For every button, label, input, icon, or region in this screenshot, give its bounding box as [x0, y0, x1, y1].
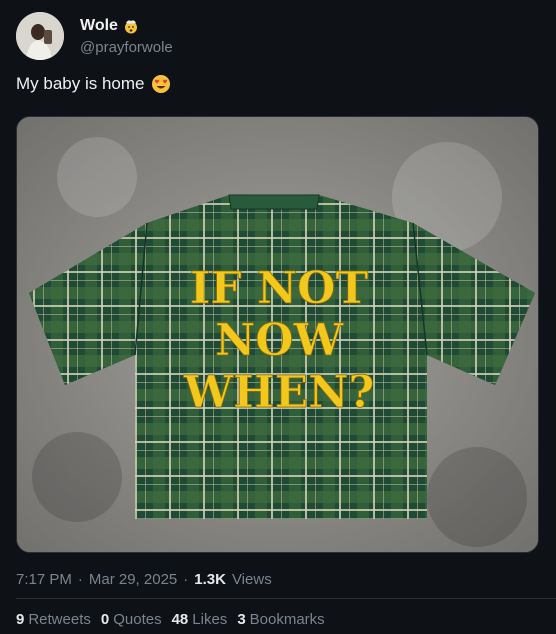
stat-likes[interactable]: 48 Likes — [172, 611, 228, 628]
mind-blown-emoji-icon — [124, 19, 137, 33]
tweet-text-content: My baby is home — [16, 74, 145, 93]
shirt-text-line-1: IF NOT — [190, 263, 369, 314]
heart-eyes-emoji-icon — [151, 75, 170, 93]
stat-likes-label: Likes — [192, 611, 228, 628]
stat-retweets-label: Retweets — [28, 611, 91, 628]
display-name-row: Wole — [80, 17, 173, 35]
tweet-text: My baby is home — [16, 74, 171, 94]
author-names: Wole @prayforwole — [80, 17, 173, 56]
stat-bookmarks-label: Bookmarks — [249, 611, 325, 628]
tweet-header: Wole @prayforwole — [16, 12, 173, 60]
tweet-time[interactable]: 7:17 PM — [16, 571, 72, 588]
tweet-photo[interactable]: IF NOT NOW WHEN? — [16, 116, 539, 553]
stat-quotes-count: 0 — [100, 611, 110, 628]
tweet-meta: 7:17 PM · Mar 29, 2025 · 1.3K Views — [16, 571, 272, 588]
engagement-stats: 9 Retweets 0 Quotes 48 Likes 3 Bookmarks — [16, 611, 325, 628]
shirt-photo-svg: IF NOT NOW WHEN? — [17, 117, 538, 552]
stat-likes-count: 48 — [171, 611, 189, 628]
tweet-card: Wole @prayforwole My baby is home IF NOT… — [0, 0, 556, 634]
stat-retweets[interactable]: 9 Retweets — [16, 611, 91, 628]
stat-quotes[interactable]: 0 Quotes — [101, 611, 162, 628]
stat-quotes-label: Quotes — [113, 611, 162, 628]
views-count: 1.3K — [194, 571, 226, 588]
display-name[interactable]: Wole — [80, 17, 118, 35]
meta-separator-2: · — [183, 571, 189, 588]
meta-separator: · — [77, 571, 83, 588]
stat-bookmarks[interactable]: 3 Bookmarks — [237, 611, 324, 628]
avatar-image — [16, 12, 64, 60]
divider — [16, 598, 556, 599]
shirt-text-line-2: NOW — [215, 315, 344, 366]
handle[interactable]: @prayforwole — [80, 39, 173, 56]
stat-bookmarks-count: 3 — [237, 611, 246, 628]
views-label: Views — [231, 571, 272, 588]
shirt-text-line-3: WHEN? — [183, 367, 375, 418]
avatar[interactable] — [16, 12, 64, 60]
stat-retweets-count: 9 — [16, 611, 25, 628]
tweet-date[interactable]: Mar 29, 2025 — [89, 571, 177, 588]
